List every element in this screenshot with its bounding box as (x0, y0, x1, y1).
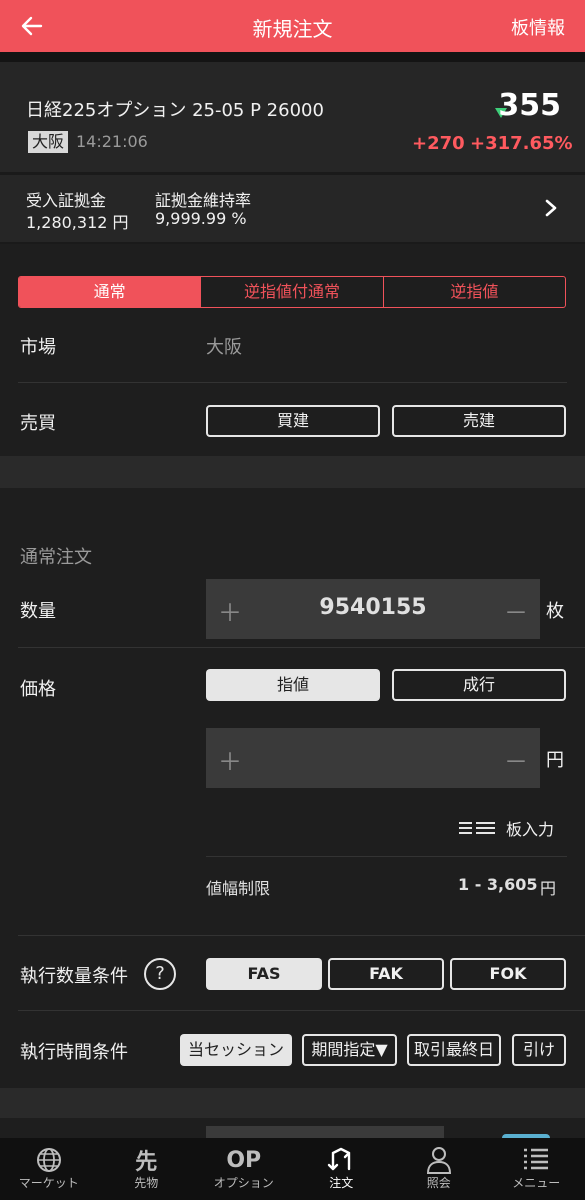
tab-menu[interactable]: メニュー (488, 1138, 585, 1200)
exec-qty-fas[interactable]: FAS (206, 958, 322, 990)
price-label: 価格 (20, 679, 56, 700)
spacer (0, 52, 585, 62)
exec-time-label: 執行時間条件 (20, 1042, 128, 1063)
tab-options[interactable]: OP オプション (195, 1138, 293, 1200)
exec-time-period[interactable]: 期間指定▼ (302, 1034, 397, 1066)
tab-normal[interactable]: 通常 (19, 277, 202, 307)
quantity-stepper[interactable]: ＋ 9540155 － (206, 579, 540, 639)
price-limit-value: 1 - 3,605 (458, 875, 538, 894)
quote-time: 14:21:06 (76, 132, 148, 151)
exec-time-session[interactable]: 当セッション (180, 1034, 292, 1066)
option-icon: OP (226, 1147, 262, 1173)
price-stepper[interactable]: ＋ － (206, 728, 540, 788)
app-header: 新規注文 板情報 (0, 0, 585, 52)
tab-label: 照会 (426, 1176, 451, 1190)
tab-stop[interactable]: 逆指値 (384, 277, 565, 307)
quantity-unit: 枚 (546, 601, 564, 622)
person-icon (426, 1147, 451, 1174)
tab-market[interactable]: マーケット (0, 1138, 98, 1200)
exec-time-close[interactable]: 引け (512, 1034, 566, 1066)
tab-label: メニュー (512, 1176, 561, 1190)
menu-icon (524, 1148, 549, 1170)
market-value: 大阪 (206, 337, 242, 358)
margin-ratio-label: 証拠金維持率 (155, 191, 252, 210)
board-info-link[interactable]: 板情報 (511, 14, 565, 40)
market-label: 市場 (20, 337, 56, 358)
tab-label: マーケット (18, 1176, 79, 1190)
minus-icon[interactable]: － (504, 593, 528, 628)
order-type-tabs: 通常 逆指値付通常 逆指値 (18, 276, 566, 308)
exec-qty-fak[interactable]: FAK (328, 958, 444, 990)
arrow-left-icon (21, 16, 43, 36)
tab-inquiry[interactable]: 照会 (390, 1138, 488, 1200)
received-margin-label: 受入証拠金 (26, 191, 107, 210)
tab-label: オプション (213, 1176, 274, 1190)
trade-side-label: 売買 (20, 413, 56, 434)
quantity-label: 数量 (20, 601, 56, 622)
exec-qty-fok[interactable]: FOK (450, 958, 566, 990)
buy-open-button[interactable]: 買建 (206, 405, 380, 437)
tab-futures[interactable]: 先 先物 (98, 1138, 196, 1200)
minus-icon[interactable]: － (504, 742, 528, 777)
futures-icon: 先 (135, 1150, 158, 1175)
board-input-button[interactable]: 板入力 (458, 816, 554, 840)
back-button[interactable] (14, 8, 50, 44)
sell-open-button[interactable]: 売建 (392, 405, 566, 437)
globe-icon (36, 1148, 61, 1172)
current-price: 355 (498, 88, 561, 123)
instrument-name: 日経225オプション 25-05 P 26000 (26, 100, 324, 121)
order-icon (328, 1147, 351, 1171)
tab-order[interactable]: 注文 (293, 1138, 391, 1200)
tab-stop-with-normal[interactable]: 逆指値付通常 (201, 277, 384, 307)
spacer (0, 456, 585, 488)
page-title: 新規注文 (252, 17, 333, 41)
section-title: 通常注文 (20, 547, 92, 568)
chevron-right-icon[interactable] (541, 198, 561, 218)
partial-input (206, 1126, 444, 1138)
spacer (0, 1088, 585, 1118)
board-input-label: 板入力 (506, 820, 555, 839)
market-order-button[interactable]: 成行 (392, 669, 566, 701)
plus-icon[interactable]: ＋ (218, 742, 242, 777)
price-limit-label: 値幅制限 (206, 879, 271, 898)
exec-time-last-day[interactable]: 取引最終日 (407, 1034, 501, 1066)
price-limit-unit: 円 (540, 879, 557, 898)
divider (18, 382, 567, 383)
divider (18, 935, 585, 936)
normal-order-panel (0, 488, 585, 1088)
price-change: +270 (412, 133, 465, 154)
bottom-tab-bar: マーケット 先 先物 OP オプション 注文 照会 メニュー (0, 1138, 585, 1200)
exchange-badge: 大阪 (28, 131, 68, 153)
help-icon[interactable]: ? (144, 958, 176, 990)
price-unit: 円 (546, 750, 564, 771)
limit-order-button[interactable]: 指値 (206, 669, 380, 701)
price-change-pct: +317.65% (470, 133, 573, 154)
tab-label: 先物 (134, 1176, 159, 1190)
divider (206, 856, 567, 857)
margin-ratio-value: 9,999.99 % (155, 209, 247, 228)
exec-qty-label: 執行数量条件 (20, 966, 128, 987)
tab-label: 注文 (329, 1176, 354, 1190)
received-margin-value: 1,280,312 円 (26, 213, 129, 232)
divider (18, 1010, 585, 1011)
quantity-input[interactable]: 9540155 (206, 595, 540, 620)
board-input-icon (459, 822, 495, 834)
divider (18, 647, 585, 648)
